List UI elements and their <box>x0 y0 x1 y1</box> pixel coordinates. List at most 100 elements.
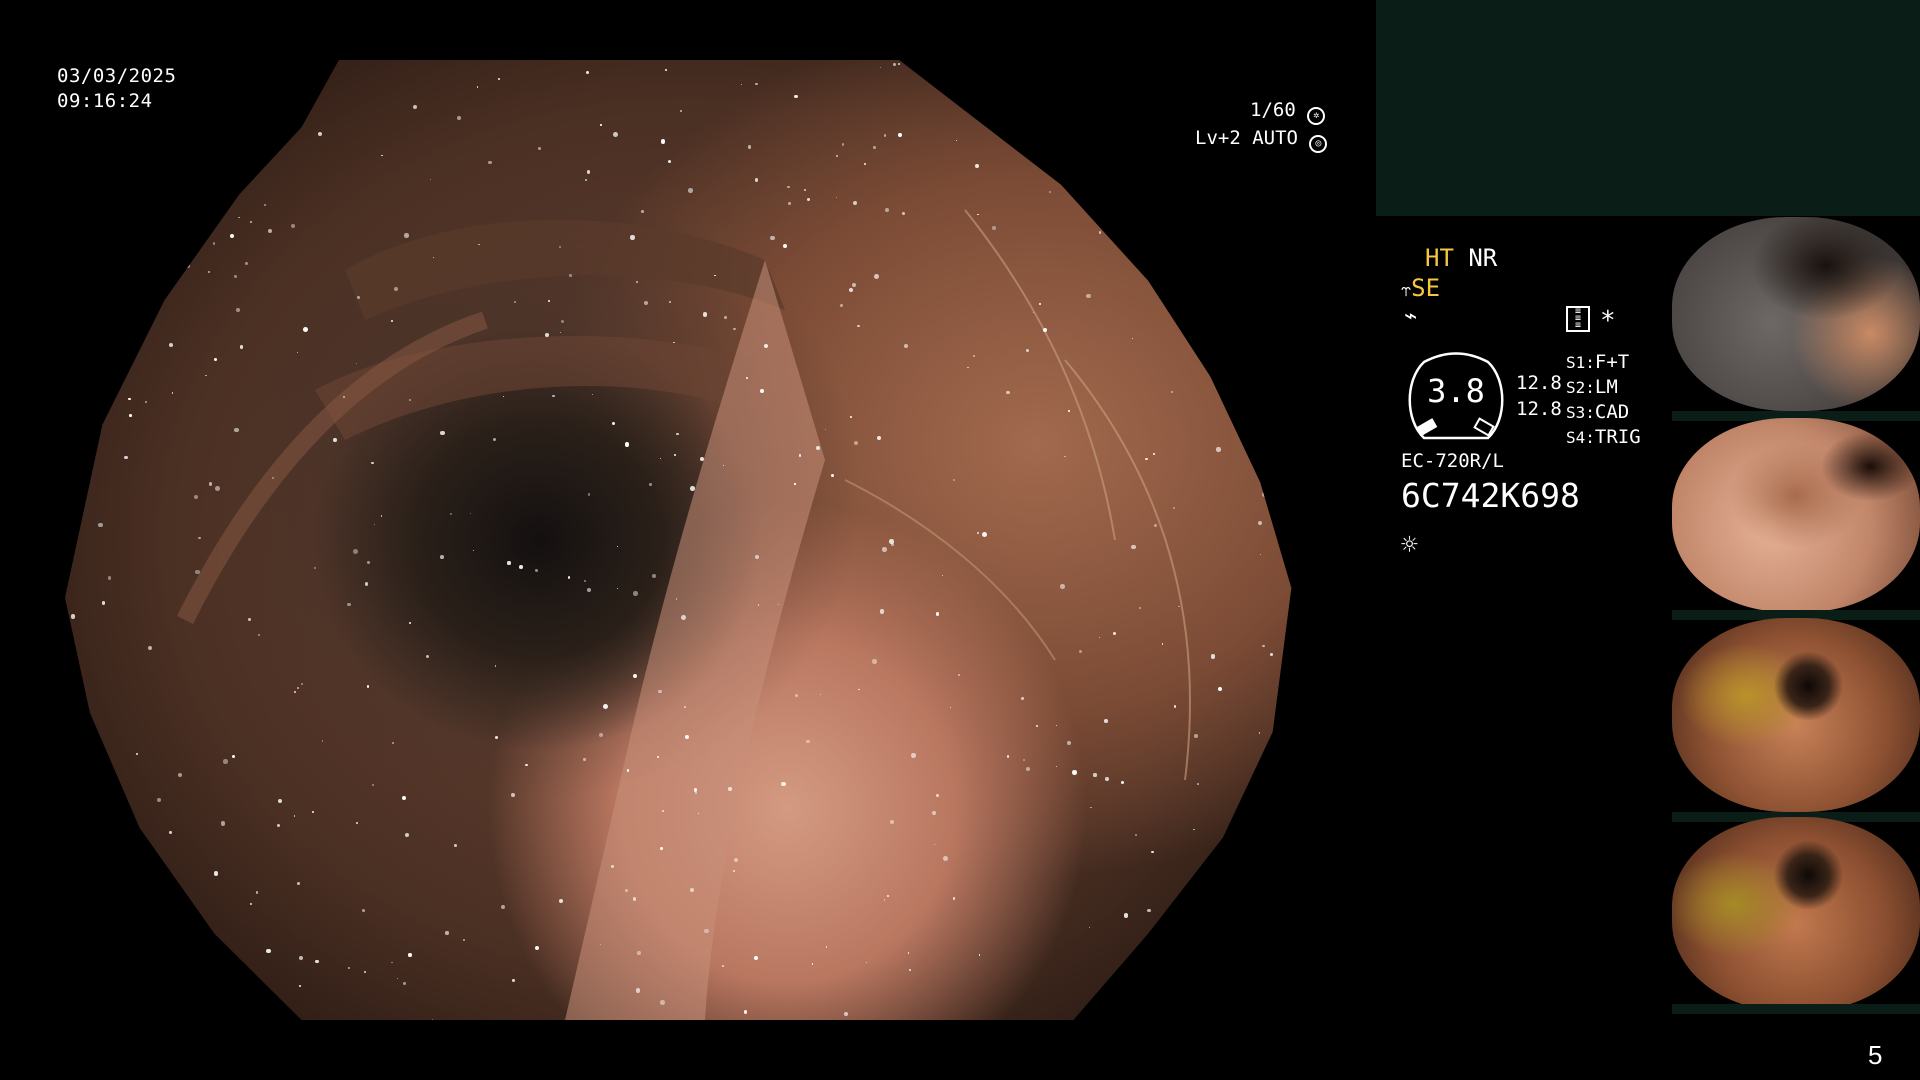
bubble-highlight <box>213 871 218 876</box>
bubble-highlight <box>1112 632 1116 636</box>
bubble-highlight <box>362 908 365 912</box>
bubble-highlight <box>535 945 540 950</box>
scope-serial: 6C742K698 <box>1401 476 1580 515</box>
shutter-value: 1/60 <box>1250 99 1296 121</box>
bubble-highlight <box>616 587 618 589</box>
bubble-highlight <box>1197 894 1201 899</box>
bubble-highlight <box>453 844 457 848</box>
bubble-highlight <box>1138 606 1141 609</box>
auto-iris-icon: ◎ <box>1309 135 1328 153</box>
bubble-highlight <box>208 271 210 273</box>
bubble-highlight <box>147 115 150 119</box>
bubble-highlight <box>1161 184 1164 186</box>
bubble-highlight <box>1275 334 1278 336</box>
bubble-highlight <box>439 554 444 559</box>
bubble-highlight <box>1169 970 1172 973</box>
bubble-highlight <box>586 588 591 592</box>
bubble-highlight <box>1104 777 1109 782</box>
bubble-highlight <box>770 235 775 241</box>
bubble-highlight <box>153 272 156 275</box>
bubble-highlight <box>413 104 418 109</box>
bubble-highlight <box>332 437 337 442</box>
bubble-highlight <box>136 252 138 255</box>
bubble-highlight <box>159 165 162 167</box>
bubble-highlight <box>185 263 190 268</box>
bubble-highlight <box>901 211 905 215</box>
bubble-highlight <box>569 274 572 277</box>
bubble-highlight <box>518 565 523 570</box>
bubble-highlight <box>1111 975 1114 979</box>
bubble-highlight <box>166 198 169 200</box>
se-indicator: SE <box>1411 274 1441 302</box>
bubble-highlight <box>754 554 759 559</box>
bubble-highlight <box>836 155 838 157</box>
bubble-highlight <box>476 86 478 88</box>
bubble-highlight <box>1064 455 1066 457</box>
bubble-highlight <box>1093 773 1097 777</box>
bubble-highlight <box>1153 453 1155 455</box>
bubble-highlight <box>95 390 100 394</box>
bubble-highlight <box>635 988 641 993</box>
bubble-highlight <box>872 659 877 664</box>
thumbnail-1[interactable]: 6C742K698 <box>1672 217 1920 411</box>
bubble-highlight <box>659 1000 665 1005</box>
bubble-highlight <box>815 445 820 450</box>
bubble-highlight <box>249 220 252 223</box>
bubble-highlight <box>764 343 769 348</box>
bubble-highlight <box>893 62 897 66</box>
bubble-highlight <box>1178 605 1180 607</box>
bubble-highlight <box>1151 850 1154 854</box>
endoscope-view <box>65 60 1304 1020</box>
bubble-highlight <box>98 522 103 527</box>
bubble-highlight <box>1104 719 1108 723</box>
gauge: 3.8 <box>1400 350 1512 440</box>
bubble-highlight <box>882 547 887 552</box>
bubble-highlight <box>231 72 236 77</box>
bubble-highlight <box>357 296 360 299</box>
bubble-highlight <box>247 618 251 622</box>
bubble-highlight <box>184 983 189 989</box>
bubble-highlight <box>1283 677 1287 681</box>
thumbnail-3[interactable]: 6C742K698 <box>1672 618 1920 812</box>
bubble-highlight <box>1254 371 1257 375</box>
bubble-highlight <box>1245 918 1249 922</box>
bubble-highlight <box>783 243 787 248</box>
bubble-highlight <box>853 440 859 445</box>
freeze-icon: ⌁ <box>1404 304 1418 329</box>
bubble-highlight <box>877 435 882 440</box>
bubble-highlight <box>81 295 84 297</box>
thumbnail-2[interactable]: 6C742K698 <box>1672 418 1920 612</box>
bubble-highlight <box>1049 191 1051 193</box>
bubble-highlight <box>347 602 351 607</box>
bubble-highlight <box>107 576 112 580</box>
bubble-highlight <box>220 945 225 950</box>
time-label: 09:16:24 <box>57 90 153 112</box>
bubble-highlight <box>632 591 638 596</box>
bubble-highlight <box>177 131 183 136</box>
bubble-highlight <box>1170 390 1173 393</box>
bubble-highlight <box>1257 520 1262 525</box>
bubble-highlight <box>1245 376 1250 381</box>
bubble-highlight <box>1052 75 1057 80</box>
mucosa-folds <box>176 209 1191 1020</box>
bubble-highlight <box>1173 705 1177 708</box>
bubble-highlight <box>299 955 303 960</box>
bubble-highlight <box>649 483 652 486</box>
bubble-highlight <box>87 241 91 245</box>
bubble-highlight <box>492 437 497 441</box>
bubble-highlight <box>1196 783 1199 785</box>
bubble-highlight <box>651 574 656 578</box>
bubble-highlight <box>1299 470 1304 475</box>
bubble-highlight <box>1144 457 1148 461</box>
bubble-highlight <box>104 274 109 279</box>
asterisk-indicator: * <box>1600 306 1616 336</box>
bubble-highlight <box>1099 218 1104 224</box>
bubble-highlight <box>1067 186 1070 189</box>
shutter-readout: 1/60 ✲ <box>1250 99 1326 125</box>
bubble-highlight <box>1278 230 1280 233</box>
bubble-highlight <box>658 689 662 693</box>
bubble-highlight <box>702 312 708 317</box>
bubble-highlight <box>1292 685 1295 688</box>
bubble-highlight <box>300 682 303 685</box>
thumbnail-4[interactable]: 6C742K698 <box>1672 817 1920 1011</box>
